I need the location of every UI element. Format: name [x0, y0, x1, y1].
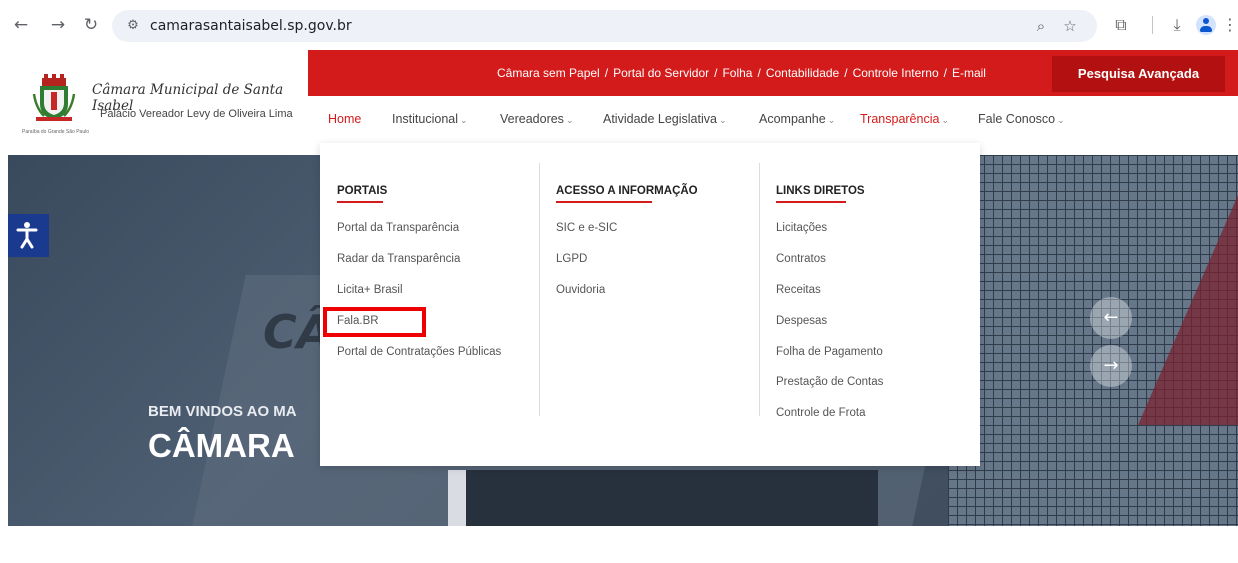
reload-icon[interactable]: ↻ [80, 14, 102, 36]
hero-welcome-text: BEM VINDOS AO MA [148, 403, 297, 420]
arrow-right-icon[interactable]: → [1090, 345, 1132, 387]
heading-underline [776, 201, 846, 203]
link-controle-frota[interactable]: Controle de Frota [776, 407, 866, 419]
column-heading-links-diretos: LINKS DIRETOS [776, 185, 865, 197]
link-ouvidoria[interactable]: Ouvidoria [556, 284, 605, 296]
link-folha-pagamento[interactable]: Folha de Pagamento [776, 346, 883, 358]
quick-link-separator: / [844, 66, 848, 80]
download-icon[interactable]: ⤓ [1166, 14, 1188, 36]
column-heading-acesso-informacao: ACESSO A INFORMAÇÃO [556, 185, 698, 197]
quick-link-separator: / [943, 66, 947, 80]
menu-item-fale-conosco[interactable]: Fale Conosco ⌄ [978, 108, 1065, 132]
column-heading-portais: PORTAIS [337, 185, 388, 197]
quick-links: Câmara sem Papel / Portal do Servidor / Folh… [497, 50, 986, 96]
hero-title: CÂMARA [148, 427, 295, 464]
column-divider [759, 163, 760, 416]
hero-columns [448, 470, 878, 526]
link-portal-transparencia[interactable]: Portal da Transparência [337, 222, 459, 234]
brand-subtitle: Palácio Vereador Levy de Oliveira Lima [100, 108, 293, 120]
menu-item-institucional[interactable]: Institucional ⌄ [392, 108, 468, 132]
link-contratos[interactable]: Contratos [776, 253, 826, 265]
back-icon[interactable]: ← [10, 14, 32, 36]
link-portal-contratacoes-publicas[interactable]: Portal de Contratações Públicas [337, 346, 501, 358]
chevron-down-icon: ⌄ [718, 116, 727, 126]
menu-item-home[interactable]: Home [328, 108, 361, 130]
advanced-search-button[interactable]: Pesquisa Avançada [1052, 56, 1225, 92]
menu-item-vereadores[interactable]: Vereadores ⌄ [500, 108, 573, 132]
chevron-down-icon: ⌄ [941, 116, 949, 126]
toolbar-divider [1152, 16, 1153, 34]
chevron-down-icon: ⌄ [827, 116, 836, 126]
quick-link-folha[interactable]: Folha [722, 66, 752, 80]
menu-item-label: Fale Conosco [978, 112, 1056, 126]
link-prestacao-contas[interactable]: Prestação de Contas [776, 376, 883, 388]
link-radar-transparencia[interactable]: Radar da Transparência [337, 253, 460, 265]
quick-link-contabilidade[interactable]: Contabilidade [766, 66, 839, 80]
quick-link-controle-interno[interactable]: Controle Interno [853, 66, 939, 80]
link-licita-brasil[interactable]: Licita+ Brasil [337, 284, 403, 296]
link-lgpd[interactable]: LGPD [556, 253, 587, 265]
chevron-down-icon: ⌄ [1057, 116, 1065, 126]
forward-icon[interactable]: → [47, 14, 69, 36]
quick-link-separator: / [757, 66, 761, 80]
heading-underline [556, 201, 652, 203]
crest-icon [32, 74, 76, 121]
zoom-icon[interactable]: ⌕ [1031, 16, 1051, 36]
menu-item-atividade-legislativa[interactable]: Atividade Legislativa ⌄ [603, 108, 727, 132]
menu-item-transparencia[interactable]: Transparência ⌄ [860, 108, 949, 132]
site-info-icon[interactable]: ⚙ [124, 17, 142, 35]
column-divider [539, 163, 540, 416]
url-text[interactable]: camarasantaisabel.sp.gov.br [150, 18, 352, 34]
logo-area[interactable]: Paraíba do Grande São Paulo Câmara Munic… [0, 50, 307, 155]
transparencia-dropdown: PORTAIS Portal da Transparência Radar da… [320, 143, 980, 466]
menu-item-label: Atividade Legislativa [603, 112, 717, 126]
heading-underline [337, 201, 383, 203]
link-despesas[interactable]: Despesas [776, 315, 827, 327]
menu-item-label: Home [328, 112, 362, 126]
menu-item-label: Acompanhe [759, 112, 826, 126]
browser-toolbar: ← → ↻ ⚙ camarasantaisabel.sp.gov.br ⌕ ☆ … [0, 0, 1238, 50]
profile-avatar[interactable] [1196, 15, 1216, 35]
menu-item-acompanhe[interactable]: Acompanhe ⌄ [759, 108, 835, 132]
more-menu-icon[interactable]: ⋮ [1222, 14, 1238, 36]
crest-caption: Paraíba do Grande São Paulo [22, 129, 89, 135]
menu-item-label: Transparência [860, 112, 940, 126]
extensions-icon[interactable]: ⧉ [1110, 14, 1132, 36]
accessibility-icon [16, 222, 38, 249]
site-header: Paraíba do Grande São Paulo Câmara Munic… [0, 50, 1238, 155]
accessibility-button[interactable] [8, 214, 49, 257]
quick-link-portal-servidor[interactable]: Portal do Servidor [613, 66, 709, 80]
arrow-left-icon[interactable]: ← [1090, 297, 1132, 339]
bookmark-star-icon[interactable]: ☆ [1060, 16, 1080, 36]
menu-item-label: Institucional [392, 112, 459, 126]
quick-link-separator: / [714, 66, 718, 80]
link-sic-esic[interactable]: SIC e e-SIC [556, 222, 617, 234]
chevron-down-icon: ⌄ [460, 116, 468, 126]
highlight-box [323, 307, 426, 337]
quick-link-camara-sem-papel[interactable]: Câmara sem Papel [497, 66, 600, 80]
menu-item-label: Vereadores [500, 112, 564, 126]
link-receitas[interactable]: Receitas [776, 284, 821, 296]
hero-red-panel [1138, 195, 1238, 425]
link-licitacoes[interactable]: Licitações [776, 222, 827, 234]
quick-link-email[interactable]: E-mail [952, 66, 986, 80]
quick-link-separator: / [604, 66, 609, 80]
address-bar[interactable]: ⚙ camarasantaisabel.sp.gov.br ⌕ ☆ [112, 10, 1097, 42]
chevron-down-icon: ⌄ [565, 116, 574, 126]
